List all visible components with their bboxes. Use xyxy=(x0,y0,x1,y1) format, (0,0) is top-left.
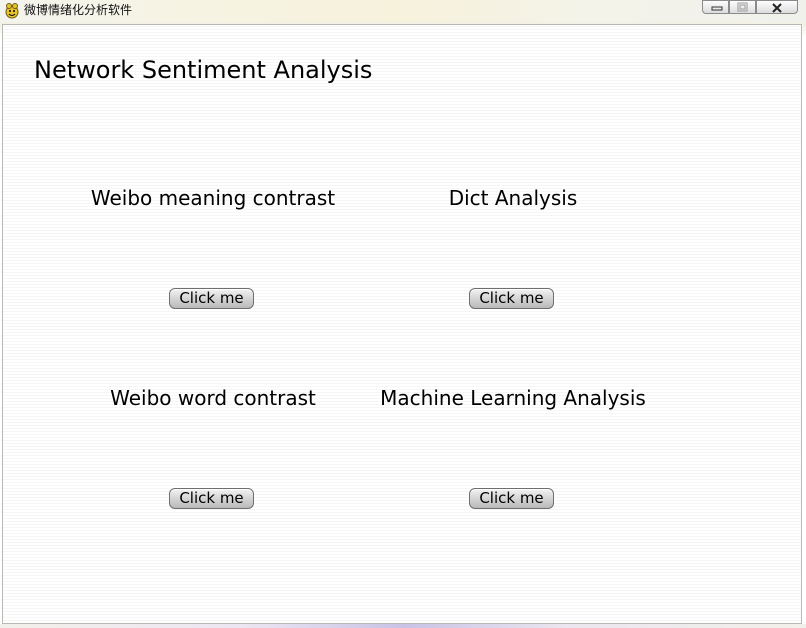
maximize-button[interactable] xyxy=(729,0,756,14)
minimize-button[interactable] xyxy=(702,0,729,14)
maximize-icon xyxy=(737,2,748,12)
section-label-dict-analysis: Dict Analysis xyxy=(448,186,578,210)
section-label-machine-learning-analysis: Machine Learning Analysis xyxy=(380,386,646,410)
application-window: 微博情绪化分析软件 Network Sentiment Analysis Wei… xyxy=(0,0,806,628)
page-title: Network Sentiment Analysis xyxy=(34,56,373,84)
minimize-icon xyxy=(711,6,723,11)
weibo-word-contrast-button[interactable]: Click me xyxy=(169,488,254,509)
title-bar[interactable]: 微博情绪化分析软件 xyxy=(0,0,806,22)
window-title: 微博情绪化分析软件 xyxy=(24,3,133,17)
content-area: Network Sentiment Analysis Weibo meaning… xyxy=(2,24,802,624)
machine-learning-analysis-button[interactable]: Click me xyxy=(469,488,554,509)
app-icon xyxy=(4,2,20,19)
dict-analysis-button[interactable]: Click me xyxy=(469,288,554,309)
close-icon xyxy=(772,3,782,13)
weibo-meaning-contrast-button[interactable]: Click me xyxy=(169,288,254,309)
close-button[interactable] xyxy=(756,0,798,14)
section-label-weibo-meaning-contrast: Weibo meaning contrast xyxy=(90,186,336,210)
section-label-weibo-word-contrast: Weibo word contrast xyxy=(110,386,316,410)
window-bottom-edge xyxy=(0,624,806,628)
